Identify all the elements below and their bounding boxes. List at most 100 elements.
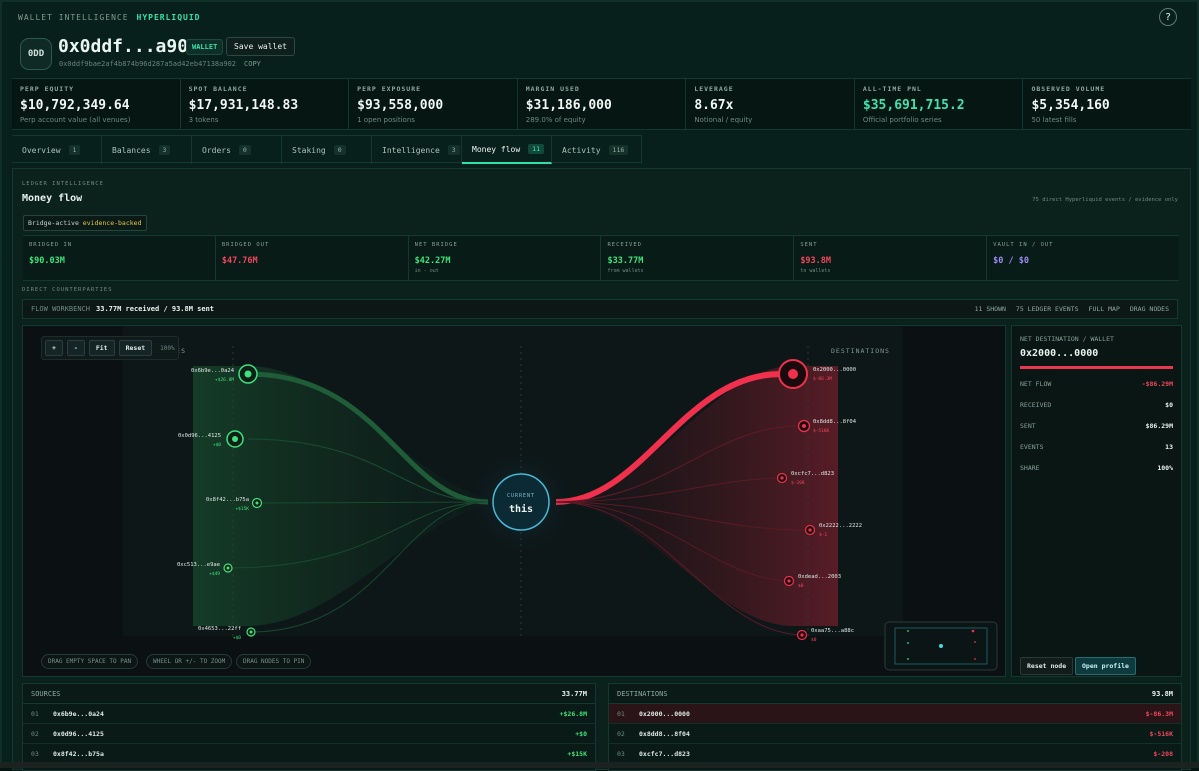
tag-prefix: Bridge-active [28,219,79,227]
zoom-in-button[interactable]: + [45,340,63,356]
detail-wallet-name: 0x2000...0000 [1020,348,1099,359]
drag-nodes-toggle[interactable]: DRAG NODES [1130,305,1169,313]
stat-label: MARGIN USED [525,85,580,93]
open-profile-button[interactable]: Open profile [1075,657,1136,675]
list-item[interactable]: 02 0x8dd8...8f04 $-516K [609,724,1181,744]
list-item[interactable]: 01 0x6b9e...0a24 +$26.8M [23,704,595,724]
stat-value: $17,931,148.83 [188,98,299,113]
bridge-value: $0 / $0 [993,256,1029,266]
stat-sub: 50 latest fills [1031,116,1077,124]
counterparty-lists: SOURCES 33.77M 01 0x6b9e...0a24 +$26.8M 02 0… [22,683,1182,771]
bridge-label: RECEIVED [607,242,642,248]
source-node-address: 0xc513...e9ae [177,562,220,568]
row-value: +$15K [567,749,587,758]
source-node-address: 0x6b9e...0a24 [191,368,235,374]
tab-intelligence[interactable]: Intelligence 3 [372,136,462,164]
panel-evidence-note: 75 direct Hyperliquid events / evidence … [1032,197,1178,203]
tab-balances[interactable]: Balances 3 [102,136,192,164]
wallet-badge: WALLET [186,39,224,55]
tab-staking[interactable]: Staking 0 [282,136,372,164]
bridge-sub: to wallets [800,268,831,274]
list-item[interactable]: 01 0x2000...0000 $-86.3M [609,704,1181,724]
copy-button[interactable]: COPY [244,60,261,68]
stat-value: $93,558,000 [357,98,444,113]
row-address: 0x2000...0000 [639,709,690,718]
fit-button[interactable]: Fit [88,340,115,356]
destination-node-amount: $-516K [813,428,830,434]
stat-value: $35,691,715.2 [862,98,965,113]
destination-node-amount: $-208 [791,480,805,486]
tag-highlight: evidence-backed [82,219,142,227]
help-button[interactable]: ? [1159,8,1177,26]
row-value: $-86.3M [1145,709,1173,718]
panel-eyebrow: LEDGER INTELLIGENCE [22,181,104,187]
destination-node-address: 0x8dd8...8f04 [813,419,857,425]
stat-card: MARGIN USED $31,186,000 289.0% of equity [518,79,687,129]
destination-node-dot [802,424,806,428]
stat-sub: 289.0% of equity [525,116,586,124]
tab-overview[interactable]: Overview 1 [12,136,102,164]
tab-money-flow[interactable]: Money flow 11 [462,136,552,164]
bridge-value: $90.03M [29,256,65,266]
zoom-out-button[interactable]: - [66,340,85,356]
list-item[interactable]: 03 0x8f42...b75a +$15K [23,744,595,764]
stat-value: $10,792,349.64 [20,98,130,113]
detail-value: 13 [1165,443,1173,451]
tab-count: 3 [447,145,460,155]
bridge-value: $93.8M [800,256,832,266]
row-address: 0xcfc7...d823 [639,749,690,758]
minimap-dot [974,641,976,643]
tab-count: 0 [333,145,346,155]
save-wallet-button[interactable]: Save wallet [226,37,295,56]
destination-node-amount: $0 [798,583,804,589]
ledger-events: 75 LEDGER EVENTS [1015,305,1079,313]
minimap[interactable] [884,621,998,671]
reset-view-button[interactable]: Reset [118,340,153,356]
minimap-dot [971,629,975,633]
minimap-dot [939,644,943,648]
list-item[interactable]: 02 0x0d96...4125 +$0 [23,724,595,744]
destination-node-amount: $-1 [819,532,827,538]
row-value: $-208 [1153,749,1173,758]
minimap-dot [907,642,909,644]
minimap-dot [974,658,976,660]
zoom-hint: WHEEL OR +/- TO ZOOM [146,654,233,669]
stat-sub: Perp account value (all venues) [20,116,131,124]
stat-sub: 1 open positions [357,116,415,124]
bridge-label: VAULT IN / OUT [993,242,1054,248]
list-item[interactable]: 03 0xcfc7...d823 $-208 [609,744,1181,764]
tab-bar: Overview 1 Balances 3 Orders 0 Staking 0 Int… [12,135,642,164]
stat-value: 8.67x [694,98,734,113]
reset-node-button[interactable]: Reset node [1020,657,1074,675]
source-node-dot [226,566,230,570]
counterparties-eyebrow: DIRECT COUNTERPARTIES [22,287,113,293]
flow-canvas[interactable]: CURRENT this SOURCES DESTINATIONS 0x6b9e… [22,325,1006,677]
bridge-cell: BRIDGED IN $90.03M [23,236,216,280]
bridge-value: $33.77M [607,256,644,266]
bridge-label: SENT [800,242,818,248]
source-node-amount: +$49 [209,571,220,577]
bridge-label: BRIDGED IN [29,242,73,248]
stat-sub: 3 tokens [188,116,219,124]
center-node[interactable] [492,473,550,531]
stat-card: LEVERAGE 8.67x Notional / equity [686,79,855,129]
stat-label: PERP EXPOSURE [357,85,422,93]
flow-graph[interactable]: CURRENT this SOURCES DESTINATIONS 0x6b9e… [23,326,1006,677]
detail-value: $0 [1165,401,1173,409]
detail-value: 100% [1157,464,1173,472]
tab-activity[interactable]: Activity 116 [552,136,642,164]
row-address: 0x0d96...4125 [53,729,104,738]
bridge-cell: BRIDGED OUT $47.76M [215,236,409,280]
destination-node-amount: $-86.3M [813,376,832,382]
source-node-amount: +$0 [233,635,241,641]
detail-share-bar [1020,366,1173,369]
tab-orders[interactable]: Orders 0 [192,136,282,164]
tab-count: 0 [238,145,251,155]
row-index: 01 [617,709,625,718]
destination-node-dot [780,476,784,480]
full-map-button[interactable]: FULL MAP [1089,305,1120,313]
detail-row: SHARE 100% [1020,464,1173,472]
tab-label: Intelligence [382,145,440,155]
tab-label: Balances [112,145,151,155]
stats-bar: PERP EQUITY $10,792,349.64 Perp account va… [12,78,1191,130]
